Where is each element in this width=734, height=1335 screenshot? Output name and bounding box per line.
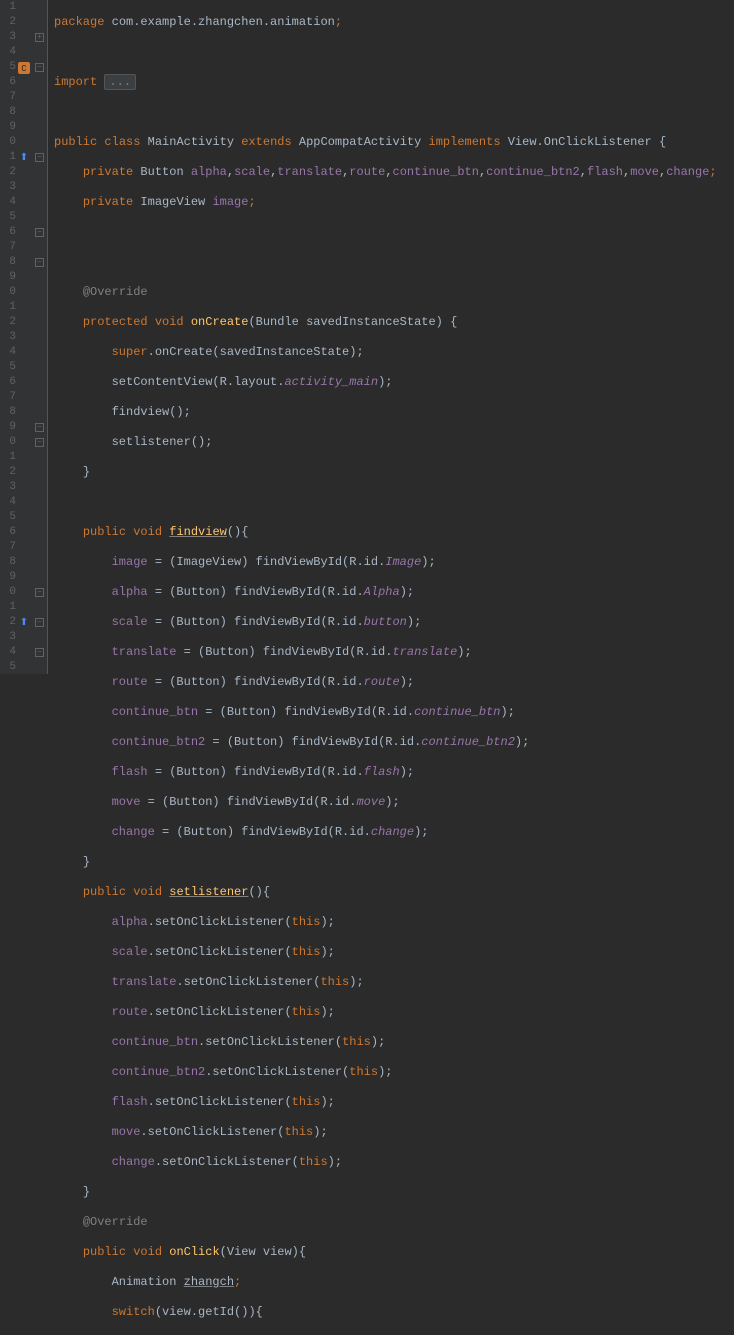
fold-collapse-icon[interactable]: − [35, 438, 44, 447]
line-numbers: 1234567890123456789012345678901234567890… [2, 0, 16, 675]
fold-collapse-icon[interactable]: − [35, 63, 44, 72]
svg-text:C: C [21, 64, 27, 74]
fold-collapse-icon[interactable]: − [35, 153, 44, 162]
editor-gutter: 1234567890123456789012345678901234567890… [0, 0, 48, 674]
fold-collapse-icon[interactable]: − [35, 228, 44, 237]
fold-collapse-icon[interactable]: − [35, 648, 44, 657]
fold-expand-icon[interactable]: + [35, 33, 44, 42]
fold-collapse-icon[interactable]: − [35, 588, 44, 597]
fold-collapse-icon[interactable]: − [35, 618, 44, 627]
code-editor[interactable]: package com.example.zhangchen.animation;… [48, 0, 734, 674]
folded-imports[interactable]: ... [104, 74, 136, 90]
override-up-icon[interactable]: ⬆ [16, 150, 32, 165]
fold-collapse-icon[interactable]: − [35, 423, 44, 432]
override-up-icon[interactable]: ⬆ [16, 615, 32, 630]
fold-collapse-icon[interactable]: − [35, 258, 44, 267]
class-icon[interactable]: C [16, 60, 32, 75]
